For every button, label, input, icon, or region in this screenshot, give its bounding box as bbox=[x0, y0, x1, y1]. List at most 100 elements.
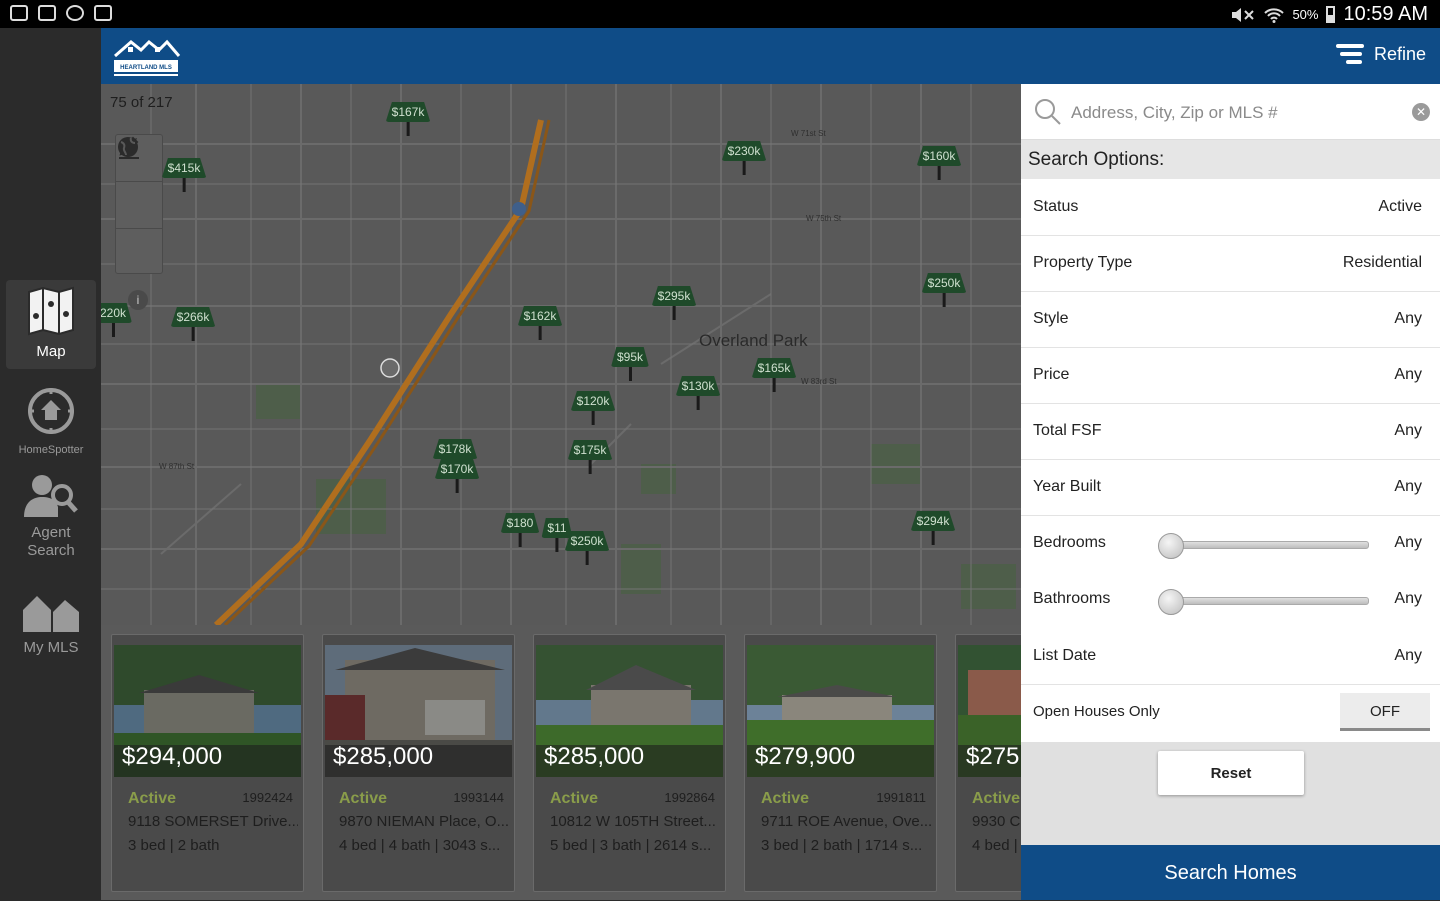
pin-stem bbox=[555, 538, 559, 552]
option-label: Year Built bbox=[1033, 478, 1101, 495]
map-pin[interactable]: $230k bbox=[721, 141, 767, 175]
option-price[interactable]: Price Any bbox=[1021, 348, 1440, 404]
map-pin[interactable]: $165k bbox=[751, 358, 797, 392]
listing-card[interactable]: $275 Active 9930 C 4 bed | bbox=[955, 634, 1021, 892]
notification-icons bbox=[10, 5, 112, 21]
map-pin[interactable]: $250k bbox=[564, 531, 610, 565]
listing-card[interactable]: $279,900 Active 1991811 9711 ROE Avenue,… bbox=[744, 634, 937, 892]
option-list-date[interactable]: List Date Any bbox=[1021, 629, 1440, 685]
pin-price: $178k bbox=[432, 439, 478, 459]
bathrooms-slider[interactable] bbox=[1158, 589, 1369, 615]
pin-stem bbox=[406, 122, 410, 136]
search-options-title: Search Options: bbox=[1021, 140, 1440, 179]
heartland-mls-logo[interactable]: HEARTLAND MLS bbox=[111, 34, 181, 78]
option-total-fsf[interactable]: Total FSF Any bbox=[1021, 404, 1440, 460]
mute-icon bbox=[1232, 7, 1255, 22]
search-icon bbox=[1035, 99, 1061, 125]
map-pin[interactable]: $294k bbox=[910, 511, 956, 545]
map-pin[interactable]: $175k bbox=[567, 440, 613, 474]
option-status[interactable]: Status Active bbox=[1021, 180, 1440, 236]
option-property-type[interactable]: Property Type Residential bbox=[1021, 236, 1440, 292]
map-pin[interactable]: $167k bbox=[385, 102, 431, 136]
search-homes-button[interactable]: Search Homes bbox=[1021, 845, 1440, 900]
pin-price: $120k bbox=[570, 391, 616, 411]
nav-homespotter[interactable]: HomeSpotter bbox=[6, 386, 96, 456]
pin-price: $294k bbox=[910, 511, 956, 531]
map-pin[interactable]: $295k bbox=[651, 286, 697, 320]
bedrooms-slider-thumb[interactable] bbox=[1158, 533, 1184, 559]
option-label: List Date bbox=[1033, 647, 1097, 664]
app-header: HEARTLAND MLS Refine bbox=[101, 28, 1440, 84]
pin-price: $165k bbox=[751, 358, 797, 378]
option-label: Price bbox=[1033, 366, 1070, 383]
bathrooms-slider-thumb[interactable] bbox=[1158, 589, 1184, 615]
map-view[interactable]: W 71st St W 75th St W 83rd St W 87th St … bbox=[101, 84, 1021, 625]
map-pin[interactable]: $160k bbox=[916, 146, 962, 180]
map-pin[interactable]: $95k bbox=[610, 347, 650, 381]
option-label: Style bbox=[1033, 310, 1069, 327]
map-pin[interactable]: $162k bbox=[517, 306, 563, 340]
map-pin[interactable]: $130k bbox=[675, 376, 721, 410]
listing-price: $279,900 bbox=[755, 743, 856, 770]
map-pin[interactable]: $170k bbox=[434, 459, 480, 493]
option-value: Any bbox=[1394, 647, 1422, 664]
open-houses-toggle[interactable]: OFF bbox=[1340, 693, 1430, 731]
pin-stem bbox=[182, 178, 186, 192]
option-value: Any bbox=[1394, 310, 1422, 327]
map-type-button[interactable] bbox=[116, 137, 162, 275]
option-style[interactable]: Style Any bbox=[1021, 292, 1440, 348]
nav-my-mls[interactable]: My MLS bbox=[6, 590, 96, 670]
listing-card[interactable]: $294,000 Active 1992424 9118 SOMERSET Dr… bbox=[111, 634, 304, 892]
listing-details: 4 bed | 4 bath | 3043 s... bbox=[339, 837, 501, 854]
option-label: Open Houses Only bbox=[1033, 703, 1160, 720]
clear-search-icon[interactable]: ✕ bbox=[1412, 103, 1430, 121]
bedrooms-slider[interactable] bbox=[1158, 533, 1369, 559]
map-pin[interactable]: $120k bbox=[570, 391, 616, 425]
reset-button[interactable]: Reset bbox=[1158, 751, 1304, 795]
map-pin[interactable]: $180 bbox=[500, 513, 540, 547]
nav-my-mls-label: My MLS bbox=[23, 639, 79, 656]
option-label: Bedrooms bbox=[1033, 534, 1106, 551]
option-value: Any bbox=[1394, 534, 1422, 551]
svg-text:W 75th St: W 75th St bbox=[806, 214, 842, 223]
option-bedrooms: Bedrooms Any bbox=[1021, 516, 1440, 572]
pin-price: 220k bbox=[101, 303, 133, 323]
listing-card[interactable]: $285,000 Active 1992864 10812 W 105TH St… bbox=[533, 634, 726, 892]
battery-icon bbox=[1326, 6, 1336, 23]
battery-percent: 50% bbox=[1292, 7, 1319, 22]
refine-button[interactable]: Refine bbox=[1335, 43, 1426, 65]
homespotter-icon bbox=[28, 388, 74, 434]
svg-text:W 83rd St: W 83rd St bbox=[801, 377, 837, 386]
pin-price: $162k bbox=[517, 306, 563, 326]
map-pin[interactable]: $250k bbox=[921, 273, 967, 307]
option-value: Residential bbox=[1342, 254, 1422, 271]
nav-map[interactable]: Map bbox=[6, 280, 96, 369]
draw-button[interactable] bbox=[116, 136, 162, 229]
option-bathrooms: Bathrooms Any bbox=[1021, 572, 1440, 628]
nav-agent-search[interactable]: Agent Search bbox=[6, 473, 96, 565]
pin-stem bbox=[937, 166, 941, 180]
pin-stem bbox=[628, 367, 632, 381]
pin-stem bbox=[591, 411, 595, 425]
listing-mls-number: 1993144 bbox=[453, 790, 504, 805]
option-label: Status bbox=[1033, 198, 1079, 215]
map-pin[interactable]: 220k bbox=[101, 303, 133, 337]
filter-icon bbox=[1335, 44, 1364, 64]
listing-card[interactable]: $285,000 Active 1993144 9870 NIEMAN Plac… bbox=[322, 634, 515, 892]
pin-price: $250k bbox=[564, 531, 610, 551]
option-label: Property Type bbox=[1033, 254, 1133, 271]
nav-homespotter-label: HomeSpotter bbox=[18, 444, 84, 456]
svg-text:W 71st St: W 71st St bbox=[791, 129, 826, 138]
refine-label: Refine bbox=[1373, 43, 1426, 64]
listing-address: 9870 NIEMAN Place, O... bbox=[339, 813, 509, 830]
option-value: Any bbox=[1394, 478, 1422, 495]
pin-price: $130k bbox=[675, 376, 721, 396]
option-year-built[interactable]: Year Built Any bbox=[1021, 460, 1440, 516]
map-pin[interactable]: $266k bbox=[170, 307, 216, 341]
search-input[interactable] bbox=[1069, 99, 1393, 127]
listing-price: $294,000 bbox=[122, 743, 223, 770]
listing-carousel[interactable]: $294,000 Active 1992424 9118 SOMERSET Dr… bbox=[101, 625, 1021, 900]
option-value: Any bbox=[1394, 366, 1422, 383]
pin-price: $170k bbox=[434, 459, 480, 479]
map-pin[interactable]: $415k bbox=[161, 158, 207, 192]
